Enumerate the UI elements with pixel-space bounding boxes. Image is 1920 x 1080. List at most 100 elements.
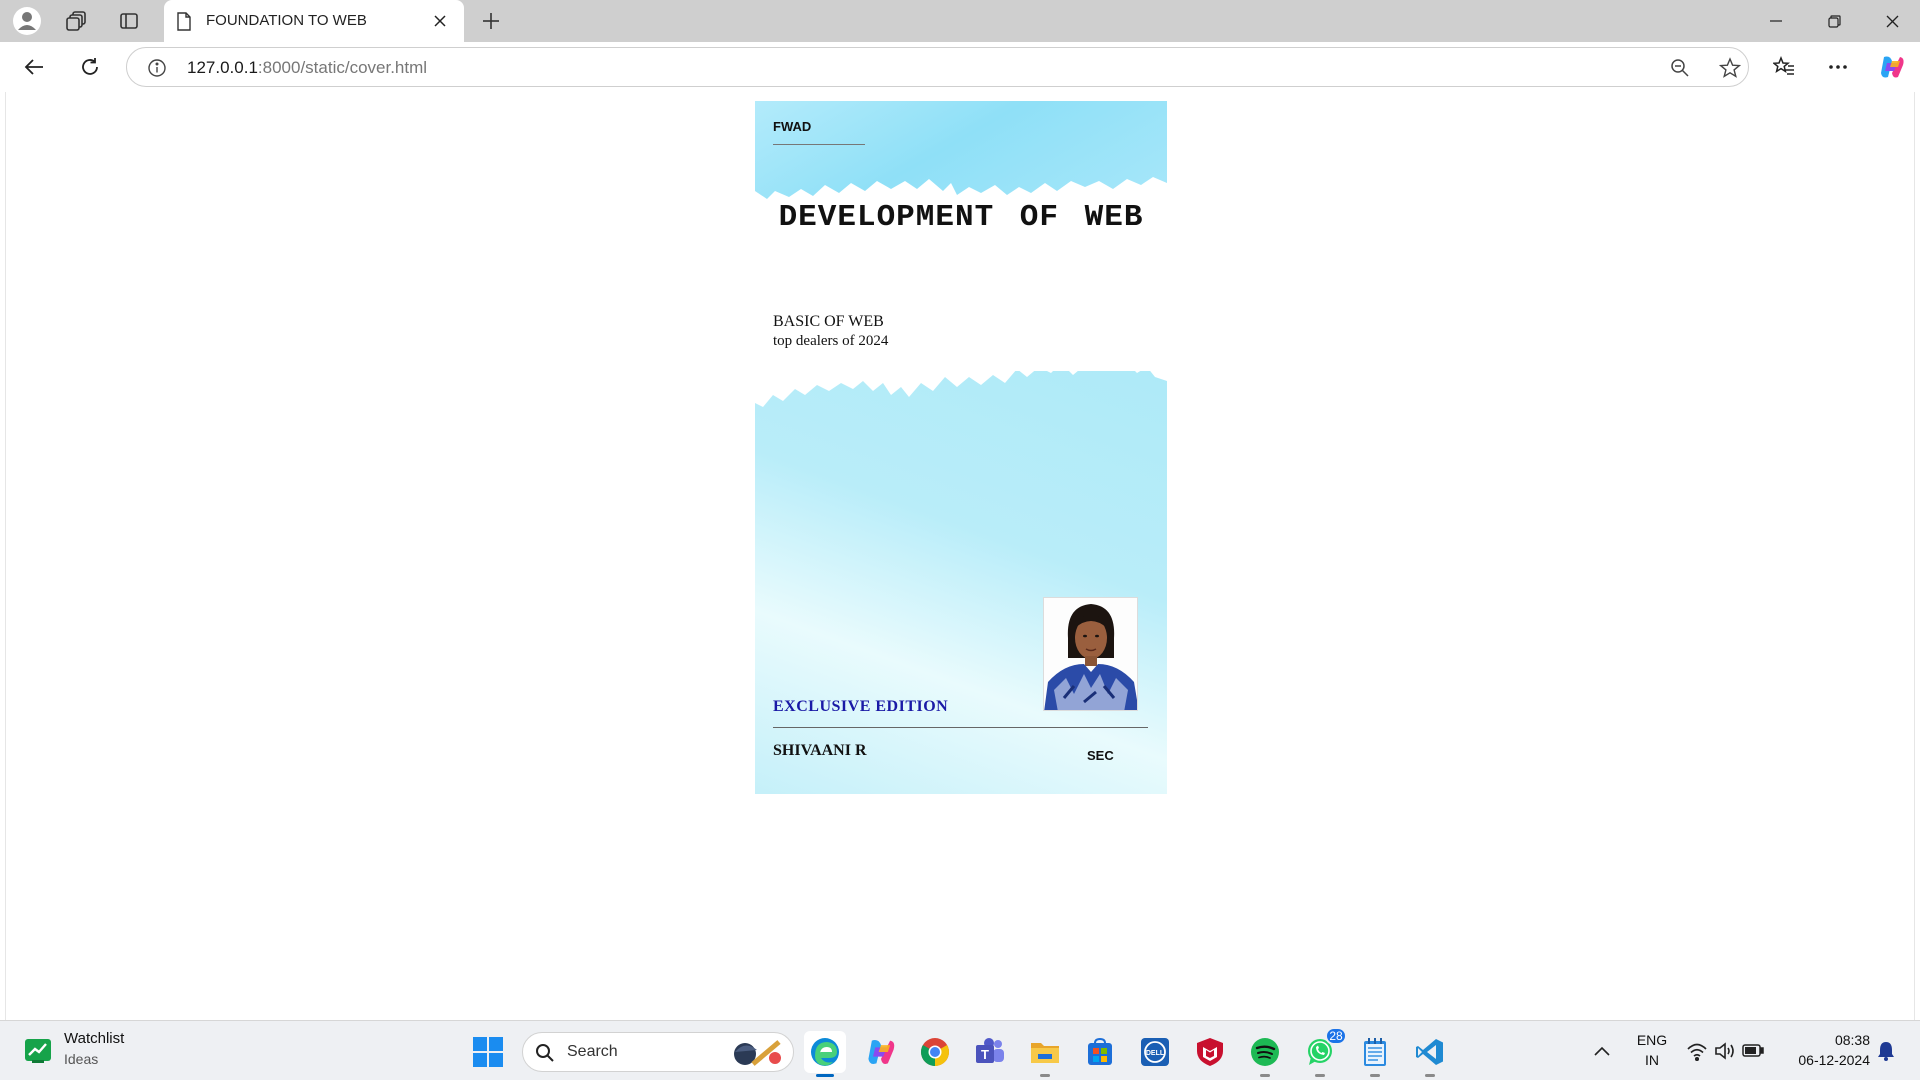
running-indicator	[1040, 1074, 1050, 1077]
profile-icon	[13, 7, 41, 35]
cover-subtitle: BASIC OF WEB	[773, 313, 884, 330]
refresh-button[interactable]	[72, 50, 108, 84]
clock-date: 06-12-2024	[1798, 1052, 1870, 1068]
running-indicator	[1260, 1074, 1270, 1077]
search-highlight-icon	[734, 1040, 781, 1066]
taskbar-spotify[interactable]	[1244, 1031, 1286, 1077]
tray-overflow-button[interactable]	[1590, 1041, 1614, 1061]
chevron-up-icon	[1594, 1046, 1610, 1056]
section-label: SEC	[1087, 748, 1114, 763]
widget-subtitle: Ideas	[64, 1051, 99, 1067]
author-name: SHIVAANI R	[773, 742, 867, 759]
system-status-group[interactable]	[1686, 1039, 1766, 1063]
edition-label: EXCLUSIVE EDITION	[773, 698, 949, 715]
taskbar-dell[interactable]: DELL	[1134, 1031, 1176, 1073]
page-viewport: FWAD DEVELOPMENT OF WEB BASIC OF WEB top…	[5, 92, 1915, 1020]
brand-label: FWAD	[773, 119, 812, 134]
copilot-button[interactable]	[1874, 50, 1910, 84]
zoom-out-icon	[1671, 59, 1689, 77]
tab-close-button[interactable]	[430, 11, 450, 31]
svg-text:DELL: DELL	[1146, 1050, 1165, 1057]
tab-title: FOUNDATION TO WEB	[206, 12, 367, 29]
more-dots-icon	[1829, 65, 1847, 69]
taskbar-search-box[interactable]: Search	[522, 1032, 794, 1072]
close-icon	[1886, 15, 1898, 27]
page-icon	[177, 12, 191, 31]
tab-actions-icon	[120, 13, 138, 29]
bell-icon	[1878, 1042, 1894, 1061]
favorites-button[interactable]	[1766, 50, 1802, 84]
workspaces-button[interactable]	[58, 6, 96, 36]
close-window-button[interactable]	[1864, 0, 1920, 42]
workspaces-icon	[66, 11, 86, 31]
volume-icon	[1715, 1042, 1734, 1060]
active-indicator	[816, 1074, 834, 1077]
footer-divider	[773, 727, 1148, 728]
restore-icon	[1827, 14, 1841, 28]
language-region: IN	[1645, 1052, 1659, 1068]
taskbar-teams[interactable]: T	[969, 1031, 1011, 1073]
notification-badge: 28	[1325, 1027, 1347, 1045]
spotify-icon	[1251, 1038, 1279, 1066]
zoom-button[interactable]	[1667, 56, 1693, 80]
teams-icon: T	[976, 1038, 1004, 1063]
dell-icon: DELL	[1141, 1038, 1169, 1066]
star-icon	[1719, 57, 1741, 78]
cover-tagline: top dealers of 2024	[773, 333, 889, 349]
address-bar[interactable]: 127.0.0.1:8000/static/cover.html	[126, 47, 1749, 87]
taskbar-notepad[interactable]	[1354, 1031, 1396, 1077]
browser-toolbar: 127.0.0.1:8000/static/cover.html	[0, 42, 1920, 92]
windows-taskbar: Watchlist Ideas Search T DELL 28 ENG IN …	[0, 1020, 1920, 1080]
favorite-button[interactable]	[1717, 56, 1743, 80]
taskbar-copilot[interactable]	[860, 1031, 902, 1073]
cover-title: DEVELOPMENT OF WEB	[778, 200, 1144, 235]
taskbar-chrome[interactable]	[914, 1031, 956, 1073]
minimize-button[interactable]	[1748, 0, 1804, 42]
notifications-button[interactable]	[1874, 1039, 1898, 1063]
widget-title: Watchlist	[64, 1030, 125, 1047]
battery-icon	[1742, 1044, 1764, 1057]
vertical-tabs-button[interactable]	[110, 6, 148, 36]
minimize-icon	[1770, 20, 1782, 22]
taskbar-vscode[interactable]	[1409, 1031, 1451, 1077]
browser-tab-strip: FOUNDATION TO WEB	[0, 0, 1920, 42]
author-photo	[1043, 597, 1138, 711]
brand-underline	[773, 144, 865, 145]
portrait-image	[1044, 598, 1137, 710]
taskbar-whatsapp[interactable]: 28	[1299, 1027, 1347, 1077]
wifi-icon	[1687, 1043, 1707, 1061]
more-menu-button[interactable]	[1820, 50, 1856, 84]
url-host: 127.0.0.1	[187, 58, 258, 77]
new-tab-button[interactable]	[472, 6, 510, 36]
refresh-icon	[82, 58, 98, 75]
info-icon[interactable]	[147, 58, 167, 78]
store-icon	[1088, 1037, 1112, 1065]
taskbar-mcafee[interactable]	[1189, 1031, 1231, 1073]
language-code: ENG	[1636, 1032, 1668, 1048]
copilot-icon	[1881, 56, 1904, 78]
profile-button[interactable]	[8, 6, 46, 36]
url-text[interactable]: 127.0.0.1:8000/static/cover.html	[187, 58, 427, 78]
running-indicator	[1370, 1074, 1380, 1077]
chrome-icon	[921, 1038, 949, 1066]
stock-chart-icon	[25, 1039, 51, 1063]
taskbar-file-explorer[interactable]	[1024, 1031, 1066, 1077]
notepad-icon	[1364, 1038, 1386, 1066]
running-indicator	[1425, 1074, 1435, 1077]
windows-start-icon[interactable]	[472, 1036, 504, 1068]
bottom-cloud-edge	[755, 357, 1167, 407]
favorites-icon	[1773, 56, 1794, 75]
edge-icon	[811, 1038, 839, 1066]
search-icon	[536, 1044, 554, 1062]
taskbar-store[interactable]	[1079, 1031, 1121, 1073]
restore-button[interactable]	[1806, 0, 1862, 42]
tab-active[interactable]: FOUNDATION TO WEB	[164, 0, 464, 42]
folder-icon	[1031, 1043, 1059, 1063]
vscode-icon	[1416, 1039, 1443, 1065]
plus-icon	[483, 13, 499, 29]
book-cover: FWAD DEVELOPMENT OF WEB BASIC OF WEB top…	[755, 101, 1167, 794]
url-path: :8000/static/cover.html	[257, 58, 428, 77]
back-button[interactable]	[16, 50, 52, 84]
taskbar-edge[interactable]	[804, 1031, 846, 1077]
back-arrow-icon	[24, 59, 43, 75]
